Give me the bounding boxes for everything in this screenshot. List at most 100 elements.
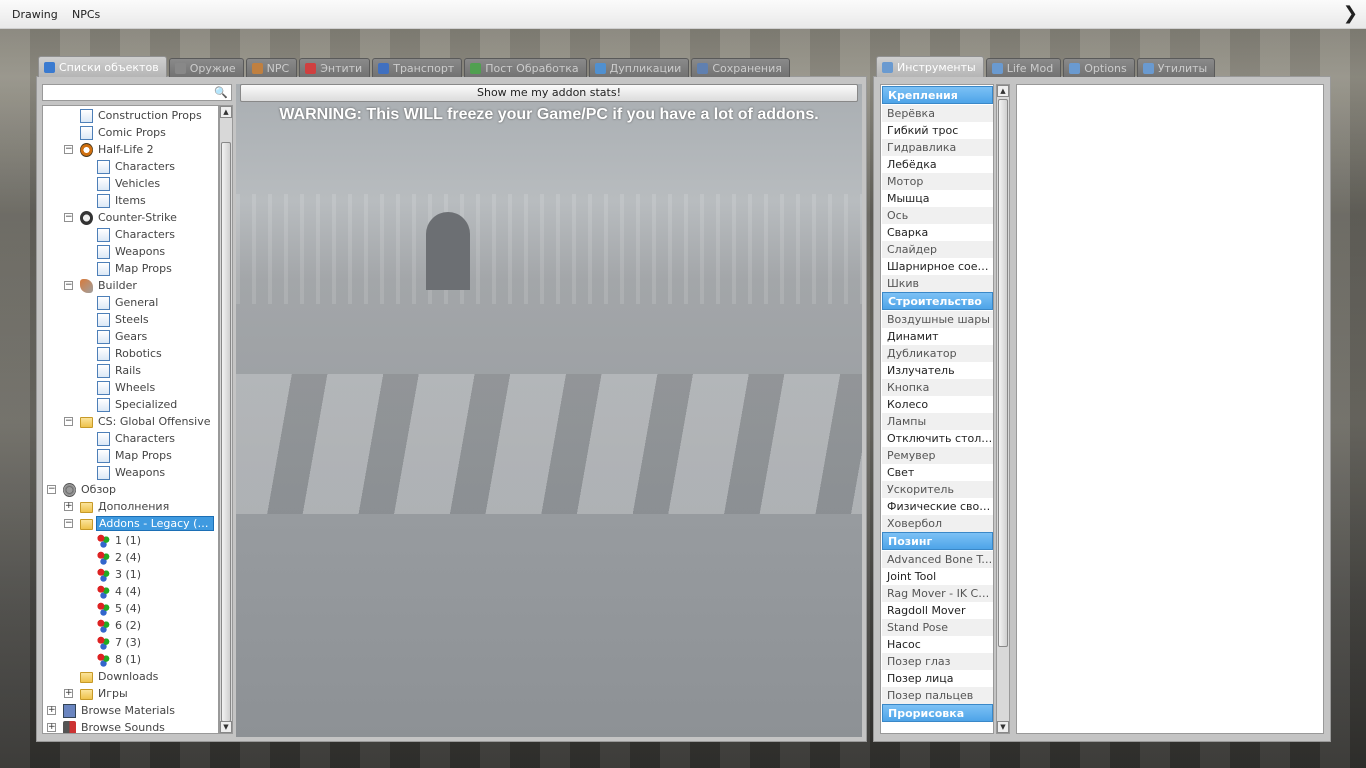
tree-node[interactable]: 5 (4): [97, 600, 143, 617]
chevron-right-icon[interactable]: ❯: [1343, 4, 1358, 24]
tool-item[interactable]: Rag Mover - IK Ch…: [882, 585, 993, 602]
tool-item[interactable]: Шарнирное соеди…: [882, 258, 993, 275]
tree-node[interactable]: Дополнения: [80, 498, 171, 515]
tool-item[interactable]: Stand Pose: [882, 619, 993, 636]
tree-node[interactable]: Игры: [80, 685, 130, 702]
tree-node[interactable]: 4 (4): [97, 583, 143, 600]
menu-npcs[interactable]: NPCs: [72, 8, 100, 21]
tool-item[interactable]: Ховербол: [882, 515, 993, 532]
tree-node[interactable]: Robotics: [97, 345, 164, 362]
tree-node[interactable]: Обзор: [63, 481, 118, 498]
scroll-thumb[interactable]: [998, 99, 1008, 647]
search-input[interactable]: 🔍: [42, 84, 232, 101]
tree-node[interactable]: 8 (1): [97, 651, 143, 668]
tool-item[interactable]: Позер глаз: [882, 653, 993, 670]
tree-node[interactable]: Characters: [97, 430, 177, 447]
tree-node[interactable]: Specialized: [97, 396, 179, 413]
expand-icon[interactable]: +: [64, 689, 73, 698]
tab-npc[interactable]: NPC: [245, 58, 298, 77]
collapse-icon[interactable]: −: [47, 485, 56, 494]
tab-транспорт[interactable]: Транспорт: [372, 58, 463, 77]
tree-node[interactable]: 1 (1): [97, 532, 143, 549]
tool-item[interactable]: Отключить столк…: [882, 430, 993, 447]
tool-item[interactable]: Лебёдка: [882, 156, 993, 173]
tree-node[interactable]: Items: [97, 192, 148, 209]
collapse-icon[interactable]: −: [64, 145, 73, 154]
tool-item[interactable]: Слайдер: [882, 241, 993, 258]
tree-node[interactable]: Construction Props: [80, 107, 204, 124]
tool-item[interactable]: Позер пальцев: [882, 687, 993, 704]
tree-node[interactable]: Browse Materials: [63, 702, 177, 719]
tab-options[interactable]: Options: [1063, 58, 1135, 77]
tree-node[interactable]: Steels: [97, 311, 151, 328]
tab-дупликации[interactable]: Дупликации: [588, 58, 690, 77]
collapse-icon[interactable]: −: [64, 417, 73, 426]
tab-списки-объектов[interactable]: Списки объектов: [38, 56, 167, 77]
scroll-up-icon[interactable]: ▲: [997, 85, 1009, 97]
tree-scrollbar[interactable]: ▲ ▼: [219, 105, 233, 734]
tree-node[interactable]: Wheels: [97, 379, 157, 396]
tab-утилиты[interactable]: Утилиты: [1136, 58, 1216, 77]
tree-node[interactable]: Builder: [80, 277, 139, 294]
tree-node[interactable]: Counter-Strike: [80, 209, 179, 226]
tree-node[interactable]: 3 (1): [97, 566, 143, 583]
collapse-icon[interactable]: −: [64, 281, 73, 290]
scroll-thumb[interactable]: [221, 142, 231, 722]
tool-item[interactable]: Верёвка: [882, 105, 993, 122]
tool-item[interactable]: Ragdoll Mover: [882, 602, 993, 619]
tree-node[interactable]: Characters: [97, 226, 177, 243]
tree-node[interactable]: Vehicles: [97, 175, 162, 192]
tree-node[interactable]: 2 (4): [97, 549, 143, 566]
scroll-down-icon[interactable]: ▼: [997, 721, 1009, 733]
tree-node[interactable]: Rails: [97, 362, 143, 379]
tool-item[interactable]: Joint Tool: [882, 568, 993, 585]
tree-node[interactable]: Addons - Legacy ( Inf…: [80, 515, 214, 532]
tree-node[interactable]: CS: Global Offensive: [80, 413, 213, 430]
tree-node[interactable]: Downloads: [80, 668, 160, 685]
tree-node[interactable]: Weapons: [97, 243, 167, 260]
tool-item[interactable]: Колесо: [882, 396, 993, 413]
scroll-up-icon[interactable]: ▲: [220, 106, 232, 118]
tab-энтити[interactable]: Энтити: [299, 58, 371, 77]
tab-life-mod[interactable]: Life Mod: [985, 58, 1062, 77]
tool-category-header[interactable]: Крепления: [882, 86, 993, 104]
tool-item[interactable]: Advanced Bone Tool: [882, 551, 993, 568]
tool-item[interactable]: Насос: [882, 636, 993, 653]
tool-item[interactable]: Мотор: [882, 173, 993, 190]
tool-item[interactable]: Кнопка: [882, 379, 993, 396]
tool-item[interactable]: Воздушные шары: [882, 311, 993, 328]
tool-item[interactable]: Лампы: [882, 413, 993, 430]
collapse-icon[interactable]: −: [64, 519, 73, 528]
tool-item[interactable]: Ремувер: [882, 447, 993, 464]
tool-category-header[interactable]: Позинг: [882, 532, 993, 550]
addon-stats-button[interactable]: Show me my addon stats!: [240, 84, 858, 102]
tool-category-header[interactable]: Строительство: [882, 292, 993, 310]
tree-node[interactable]: Browse Sounds: [63, 719, 167, 733]
tab-пост-обработка[interactable]: Пост Обработка: [464, 58, 587, 77]
tab-сохранения[interactable]: Сохранения: [691, 58, 790, 77]
tree-node[interactable]: Gears: [97, 328, 149, 345]
menu-drawing[interactable]: Drawing: [12, 8, 58, 21]
tool-item[interactable]: Шкив: [882, 275, 993, 292]
tree-node[interactable]: 7 (3): [97, 634, 143, 651]
tab-инструменты[interactable]: Инструменты: [876, 56, 984, 77]
tool-list-scrollbar[interactable]: ▲ ▼: [996, 84, 1010, 734]
tree-node[interactable]: Half-Life 2: [80, 141, 156, 158]
tool-item[interactable]: Гибкий трос: [882, 122, 993, 139]
tool-category-header[interactable]: Прорисовка: [882, 704, 993, 722]
tool-item[interactable]: Дубликатор: [882, 345, 993, 362]
tree-node[interactable]: Map Props: [97, 447, 174, 464]
tool-item[interactable]: Гидравлика: [882, 139, 993, 156]
tree-node[interactable]: Weapons: [97, 464, 167, 481]
tool-item[interactable]: Излучатель: [882, 362, 993, 379]
tree-node[interactable]: General: [97, 294, 160, 311]
expand-icon[interactable]: +: [47, 723, 56, 732]
tool-item[interactable]: Позер лица: [882, 670, 993, 687]
scroll-down-icon[interactable]: ▼: [220, 721, 232, 733]
tool-item[interactable]: Динамит: [882, 328, 993, 345]
tree-node[interactable]: 6 (2): [97, 617, 143, 634]
tab-оружие[interactable]: Оружие: [168, 58, 244, 77]
search-icon[interactable]: 🔍: [214, 86, 228, 99]
tree-node[interactable]: Comic Props: [80, 124, 168, 141]
tree-node[interactable]: Map Props: [97, 260, 174, 277]
